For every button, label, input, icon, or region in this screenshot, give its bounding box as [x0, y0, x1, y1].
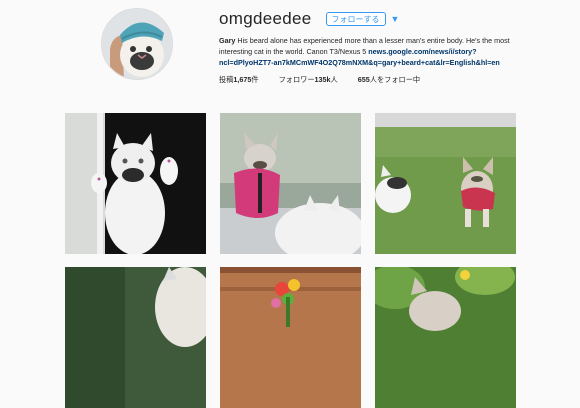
profile-header: omgdeedee フォローする ▼ Gary His beard alone … [219, 8, 519, 85]
following-count[interactable]: 655人をフォロー中 [358, 75, 420, 85]
profile-bio: Gary His beard alone has experienced mor… [219, 35, 519, 68]
post-thumbnail[interactable] [65, 113, 206, 254]
profile-stats: 投稿1,675件 フォロワー135k人 655人をフォロー中 [219, 75, 519, 85]
post-thumbnail[interactable] [65, 267, 206, 408]
posts-count: 投稿1,675件 [219, 75, 259, 84]
post-thumbnail[interactable] [220, 113, 361, 254]
profile-avatar[interactable] [101, 8, 173, 80]
follow-button[interactable]: フォローする [325, 12, 386, 26]
username: omgdeedee [219, 9, 312, 28]
post-thumbnail[interactable] [220, 267, 361, 408]
username-row: omgdeedee フォローする ▼ [219, 8, 519, 30]
chevron-down-icon[interactable]: ▼ [391, 12, 400, 26]
bio-name: Gary [219, 36, 236, 45]
post-thumbnail[interactable] [375, 267, 516, 408]
followers-count[interactable]: フォロワー135k人 [279, 75, 338, 85]
post-thumbnail[interactable] [375, 113, 516, 254]
